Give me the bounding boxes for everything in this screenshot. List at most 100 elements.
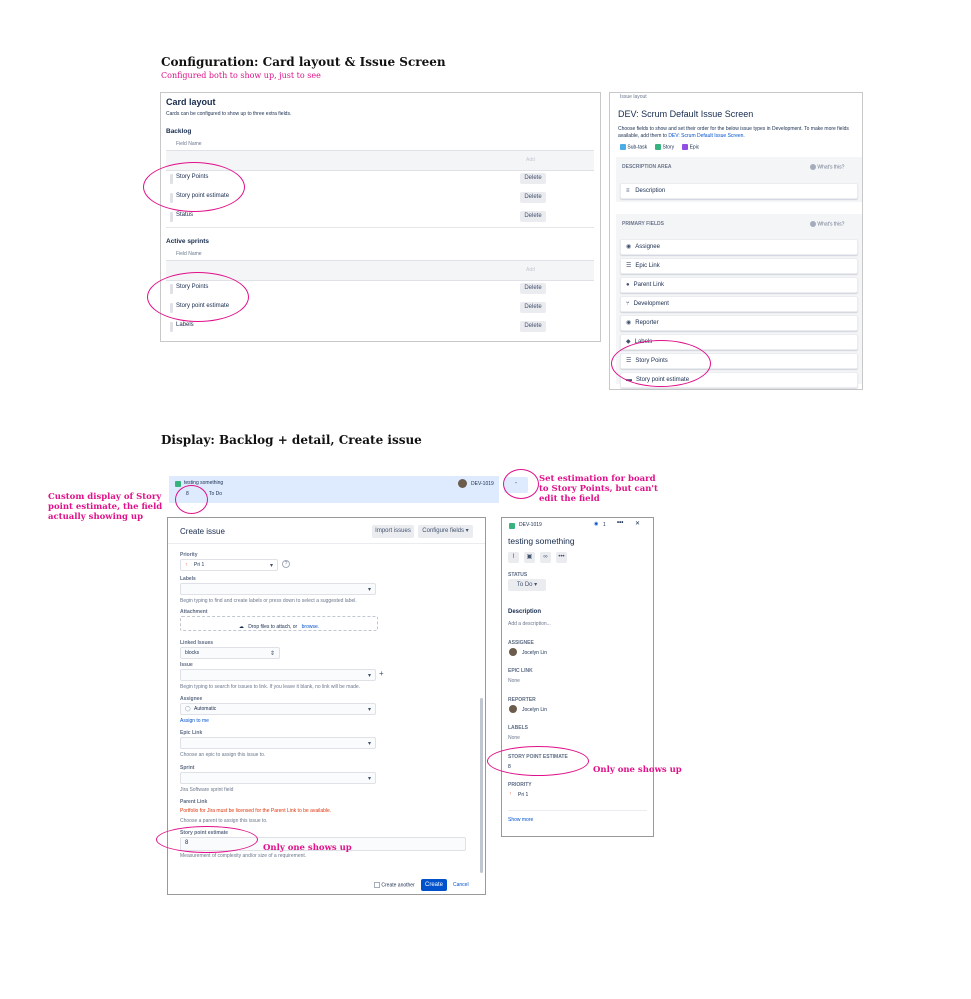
- backlog-add-button[interactable]: Add: [526, 157, 535, 163]
- field-name: Status: [176, 212, 194, 218]
- assign-to-me-link[interactable]: Assign to me: [180, 718, 209, 724]
- priority-label: PRIORITY: [508, 782, 532, 788]
- person-icon: ◉: [626, 244, 632, 250]
- list-item[interactable]: ◉ Reporter: [620, 315, 858, 331]
- chevron-updown-icon: ⇕: [269, 651, 275, 657]
- list-item[interactable]: ⑂ Development: [620, 296, 858, 312]
- primary-fields-label: PRIMARY FIELDS: [622, 221, 664, 227]
- list-item[interactable]: Status Delete: [166, 209, 594, 228]
- field-label: Development: [633, 301, 669, 307]
- watch-icon[interactable]: ◉: [594, 521, 598, 527]
- info-icon: [810, 221, 816, 227]
- display-heading: Display: Backlog + detail, Create issue: [161, 433, 422, 447]
- subtask-icon: [620, 144, 626, 150]
- divider: [508, 810, 647, 811]
- delete-button[interactable]: Delete: [520, 173, 546, 184]
- delete-button[interactable]: Delete: [520, 321, 546, 332]
- parent-icon: ●: [626, 282, 630, 288]
- close-icon[interactable]: ✕: [635, 520, 640, 527]
- delete-button[interactable]: Delete: [520, 302, 546, 313]
- issue-detail-panel: DEV-1019 ◉ 1 ••• ✕ testing something ⌇ ▣…: [501, 517, 654, 837]
- epic-icon: [682, 144, 689, 150]
- annotation-only-one-2: Only one shows up: [593, 765, 682, 775]
- show-more-link[interactable]: Show more: [508, 817, 533, 823]
- assignee-value[interactable]: Jocelyn Lin: [522, 650, 547, 656]
- scrollbar[interactable]: [480, 698, 483, 873]
- reporter-value[interactable]: Jocelyn Lin: [522, 707, 547, 713]
- chevron-down-icon: ▾: [367, 707, 371, 713]
- labels-help: Begin typing to find and create labels o…: [180, 598, 357, 604]
- sprint-select[interactable]: ▾: [180, 772, 376, 784]
- type-label: Story: [662, 144, 675, 151]
- breadcrumb[interactable]: Issue layout: [620, 94, 647, 100]
- story-icon: [175, 481, 181, 487]
- list-item[interactable]: ☰ Epic Link: [620, 258, 858, 274]
- parent-link-label: Parent Link: [180, 799, 208, 805]
- create-another-checkbox[interactable]: Create another: [374, 882, 415, 888]
- epic-type: Epic: [682, 144, 699, 150]
- priority-value[interactable]: Pri 1: [518, 792, 528, 798]
- assignee-select[interactable]: ◯ Automatic ▾: [180, 703, 376, 715]
- active-add-button[interactable]: Add: [526, 267, 535, 273]
- issue-input[interactable]: ▾: [180, 669, 376, 681]
- whats-this-link[interactable]: What's this?: [810, 164, 844, 170]
- backlog-issue-row[interactable]: testing something 8 To Do DEV-1019: [169, 476, 499, 503]
- priority-select[interactable]: ↑ Pri 1 ▾: [180, 559, 278, 571]
- list-item[interactable]: Labels Delete: [166, 319, 594, 338]
- lines-icon: ≡: [626, 188, 630, 194]
- subtask-icon[interactable]: ▣: [524, 552, 535, 563]
- avatar: [509, 705, 517, 713]
- dialog-title: Create issue: [180, 527, 225, 536]
- list-item[interactable]: ◉ Assignee: [620, 239, 858, 255]
- checkbox-icon[interactable]: [374, 882, 380, 888]
- epic-link-value[interactable]: None: [508, 678, 520, 684]
- annotation-ellipse: [156, 826, 258, 853]
- issue-key[interactable]: DEV-1019: [471, 481, 494, 487]
- help-icon[interactable]: ?: [282, 560, 290, 568]
- import-issues-button[interactable]: Import issues: [372, 525, 414, 538]
- drag-handle-icon[interactable]: [170, 212, 173, 222]
- attachment-dropzone[interactable]: ☁ Drop files to attach, or browse.: [180, 616, 378, 631]
- cancel-button[interactable]: Cancel: [453, 882, 469, 888]
- description-field-item[interactable]: ≡ Description: [620, 183, 858, 199]
- more-icon[interactable]: •••: [617, 520, 623, 526]
- browse-link[interactable]: browse.: [302, 624, 320, 630]
- description-placeholder[interactable]: Add a description...: [508, 621, 551, 627]
- configure-fields-button[interactable]: Configure fields ▾: [418, 525, 473, 538]
- status-button[interactable]: To Do ▾: [508, 579, 546, 591]
- labels-input[interactable]: ▾: [180, 583, 376, 595]
- arrow-up-icon: ↑: [185, 562, 188, 568]
- whats-this-link[interactable]: What's this?: [810, 221, 844, 227]
- delete-button[interactable]: Delete: [520, 283, 546, 294]
- epic-link-select[interactable]: ▾: [180, 737, 376, 749]
- create-another-label: Create another: [381, 882, 415, 889]
- issue-screen-link[interactable]: DEV: Scrum Default Issue Screen.: [668, 133, 745, 139]
- backlog-add-row[interactable]: Add: [166, 150, 594, 171]
- issue-label: Issue: [180, 662, 193, 668]
- issue-type-list: Sub-task Story Epic: [620, 144, 699, 150]
- detail-issue-key[interactable]: DEV-1019: [519, 522, 542, 528]
- description-area-label: DESCRIPTION AREA: [622, 164, 672, 170]
- avatar: [509, 648, 517, 656]
- delete-button[interactable]: Delete: [520, 211, 546, 222]
- drag-handle-icon[interactable]: [170, 322, 173, 332]
- more-icon[interactable]: •••: [556, 552, 567, 563]
- priority-value: Pri 1: [194, 562, 205, 568]
- link-icon[interactable]: ∞: [540, 552, 551, 563]
- attachment-label: Attachment: [180, 609, 208, 615]
- issue-layout-title: DEV: Scrum Default Issue Screen: [618, 109, 754, 119]
- add-icon[interactable]: +: [379, 669, 384, 678]
- drop-text: Drop files to attach, or: [248, 624, 298, 630]
- delete-button[interactable]: Delete: [520, 192, 546, 203]
- info-icon: [810, 164, 816, 170]
- attach-icon[interactable]: ⌇: [508, 552, 519, 563]
- epic-link-label: Epic Link: [180, 730, 203, 736]
- type-label: Epic: [689, 144, 700, 151]
- linked-value: blocks: [185, 650, 200, 656]
- person-icon: ◉: [626, 320, 632, 326]
- list-item[interactable]: ● Parent Link: [620, 277, 858, 293]
- linked-issues-select[interactable]: blocks ⇕: [180, 647, 280, 659]
- avatar: [458, 479, 467, 488]
- labels-value[interactable]: None: [508, 735, 520, 741]
- create-button[interactable]: Create: [421, 879, 447, 891]
